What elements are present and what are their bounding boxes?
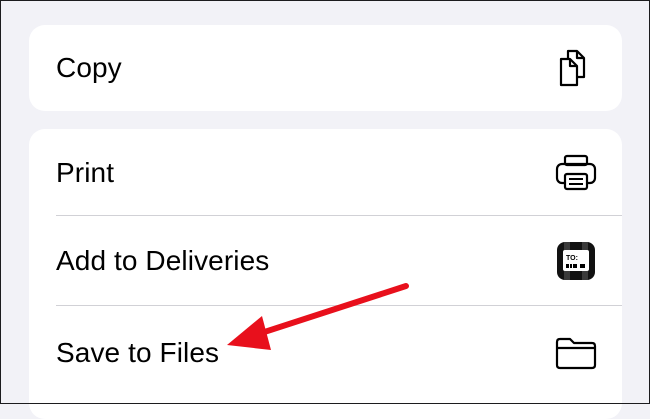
printer-icon xyxy=(553,150,599,196)
folder-icon xyxy=(553,330,599,376)
save-files-label: Save to Files xyxy=(56,336,220,368)
deliveries-app-icon: TO: xyxy=(553,238,599,284)
copy-action[interactable]: Copy xyxy=(29,25,622,111)
print-action[interactable]: Print xyxy=(29,129,622,216)
deliveries-label: Add to Deliveries xyxy=(56,245,270,276)
copy-label: Copy xyxy=(56,52,122,83)
add-to-deliveries-action[interactable]: Add to Deliveries TO: xyxy=(29,216,622,306)
copy-icon xyxy=(553,45,599,91)
save-to-files-action[interactable]: Save to Files xyxy=(29,306,622,399)
actions-group: Print Add to Deliveries TO: Save to File… xyxy=(29,129,622,419)
print-label: Print xyxy=(56,156,115,188)
deliveries-tag-text: TO: xyxy=(566,255,578,262)
copy-action-group: Copy xyxy=(29,25,622,111)
